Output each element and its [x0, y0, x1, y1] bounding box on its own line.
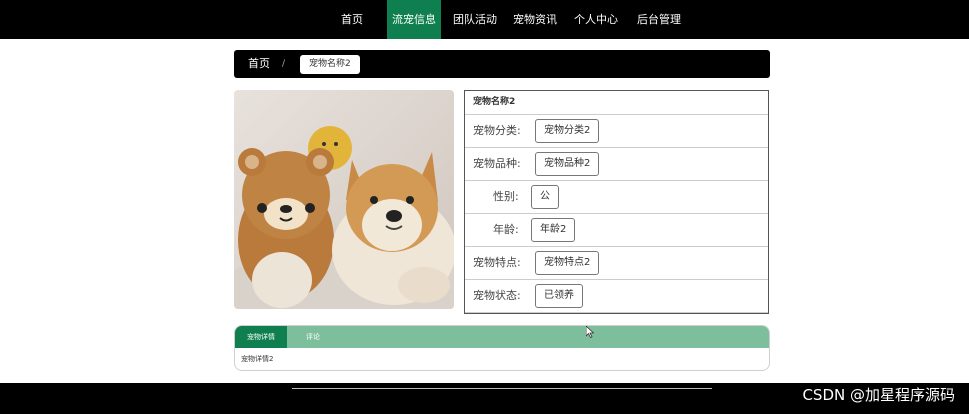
- info-value-gender: 公: [531, 185, 559, 209]
- top-nav: 首页 流宠信息 团队活动 宠物资讯 个人中心 后台管理: [0, 0, 969, 39]
- info-label-breed: 宠物品种:: [473, 157, 521, 170]
- detail-tabs-panel: 宠物详情 评论 宠物详情2: [234, 325, 770, 371]
- info-label-status: 宠物状态:: [473, 289, 521, 302]
- nav-item-admin[interactable]: 后台管理: [632, 0, 686, 39]
- info-row-category: 宠物分类: 宠物分类2: [465, 115, 768, 148]
- info-value-age: 年龄2: [531, 218, 576, 242]
- tab-comments[interactable]: 评论: [295, 326, 331, 348]
- info-row-gender: 性别: 公: [465, 181, 768, 214]
- tabs-bar: 宠物详情 评论: [235, 326, 769, 348]
- info-label-category: 宠物分类:: [473, 124, 521, 137]
- info-label-traits: 宠物特点:: [473, 256, 521, 269]
- nav-item-team-activities[interactable]: 团队活动: [448, 0, 502, 39]
- tab-content-text: 宠物详情2: [241, 355, 274, 363]
- breadcrumb: 首页 / 宠物名称2: [234, 50, 770, 78]
- breadcrumb-separator: /: [282, 59, 286, 69]
- info-value-traits: 宠物特点2: [535, 251, 600, 275]
- info-value-status: 已领养: [535, 284, 583, 308]
- nav-item-pet-news[interactable]: 宠物资讯: [508, 0, 562, 39]
- pet-photo-image: [234, 90, 454, 309]
- pet-name-title: 宠物名称2: [465, 91, 768, 115]
- mouse-cursor-icon: [586, 326, 594, 338]
- breadcrumb-home[interactable]: 首页: [248, 50, 270, 78]
- tab-pet-details[interactable]: 宠物详情: [235, 326, 287, 348]
- nav-item-stray-pets[interactable]: 流宠信息: [387, 0, 441, 39]
- pet-info-table: 宠物名称2 宠物分类: 宠物分类2 宠物品种: 宠物品种2 性别: 公 年龄: …: [464, 90, 769, 314]
- info-value-breed: 宠物品种2: [535, 152, 600, 176]
- info-row-traits: 宠物特点: 宠物特点2: [465, 247, 768, 280]
- breadcrumb-current: 宠物名称2: [300, 55, 360, 74]
- footer-divider: [292, 388, 712, 389]
- info-label-gender: 性别:: [493, 190, 519, 203]
- pet-photo: [234, 90, 454, 309]
- info-row-breed: 宠物品种: 宠物品种2: [465, 148, 768, 181]
- info-label-age: 年龄:: [493, 223, 519, 236]
- info-row-age: 年龄: 年龄2: [465, 214, 768, 247]
- info-value-category: 宠物分类2: [535, 119, 600, 143]
- watermark-text: CSDN @加星程序源码: [802, 386, 955, 404]
- info-row-status: 宠物状态: 已领养: [465, 280, 768, 313]
- nav-item-home[interactable]: 首页: [330, 0, 374, 39]
- nav-item-personal-center[interactable]: 个人中心: [569, 0, 623, 39]
